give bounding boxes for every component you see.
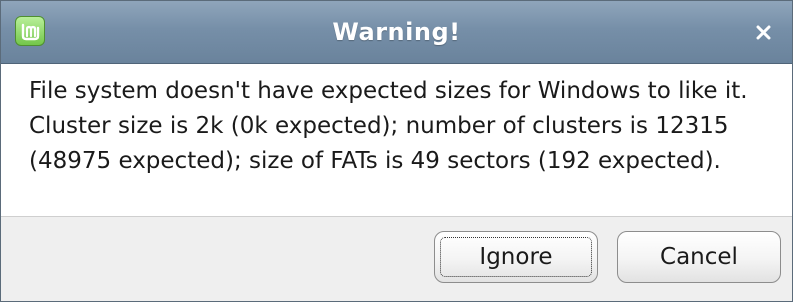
window-title: Warning! <box>332 18 461 46</box>
title-bar[interactable]: Warning! <box>1 1 792 64</box>
warning-message: File system doesn't have expected sizes … <box>29 78 748 174</box>
warning-dialog: Warning! File system doesn't have expect… <box>0 0 793 302</box>
ignore-button-label: Ignore <box>479 244 553 270</box>
message-area: File system doesn't have expected sizes … <box>1 64 792 217</box>
cancel-button-label: Cancel <box>660 244 738 270</box>
button-row: Ignore Cancel <box>1 217 792 301</box>
cancel-button[interactable]: Cancel <box>617 231 781 283</box>
ignore-button[interactable]: Ignore <box>434 231 598 283</box>
close-icon[interactable] <box>750 18 778 46</box>
